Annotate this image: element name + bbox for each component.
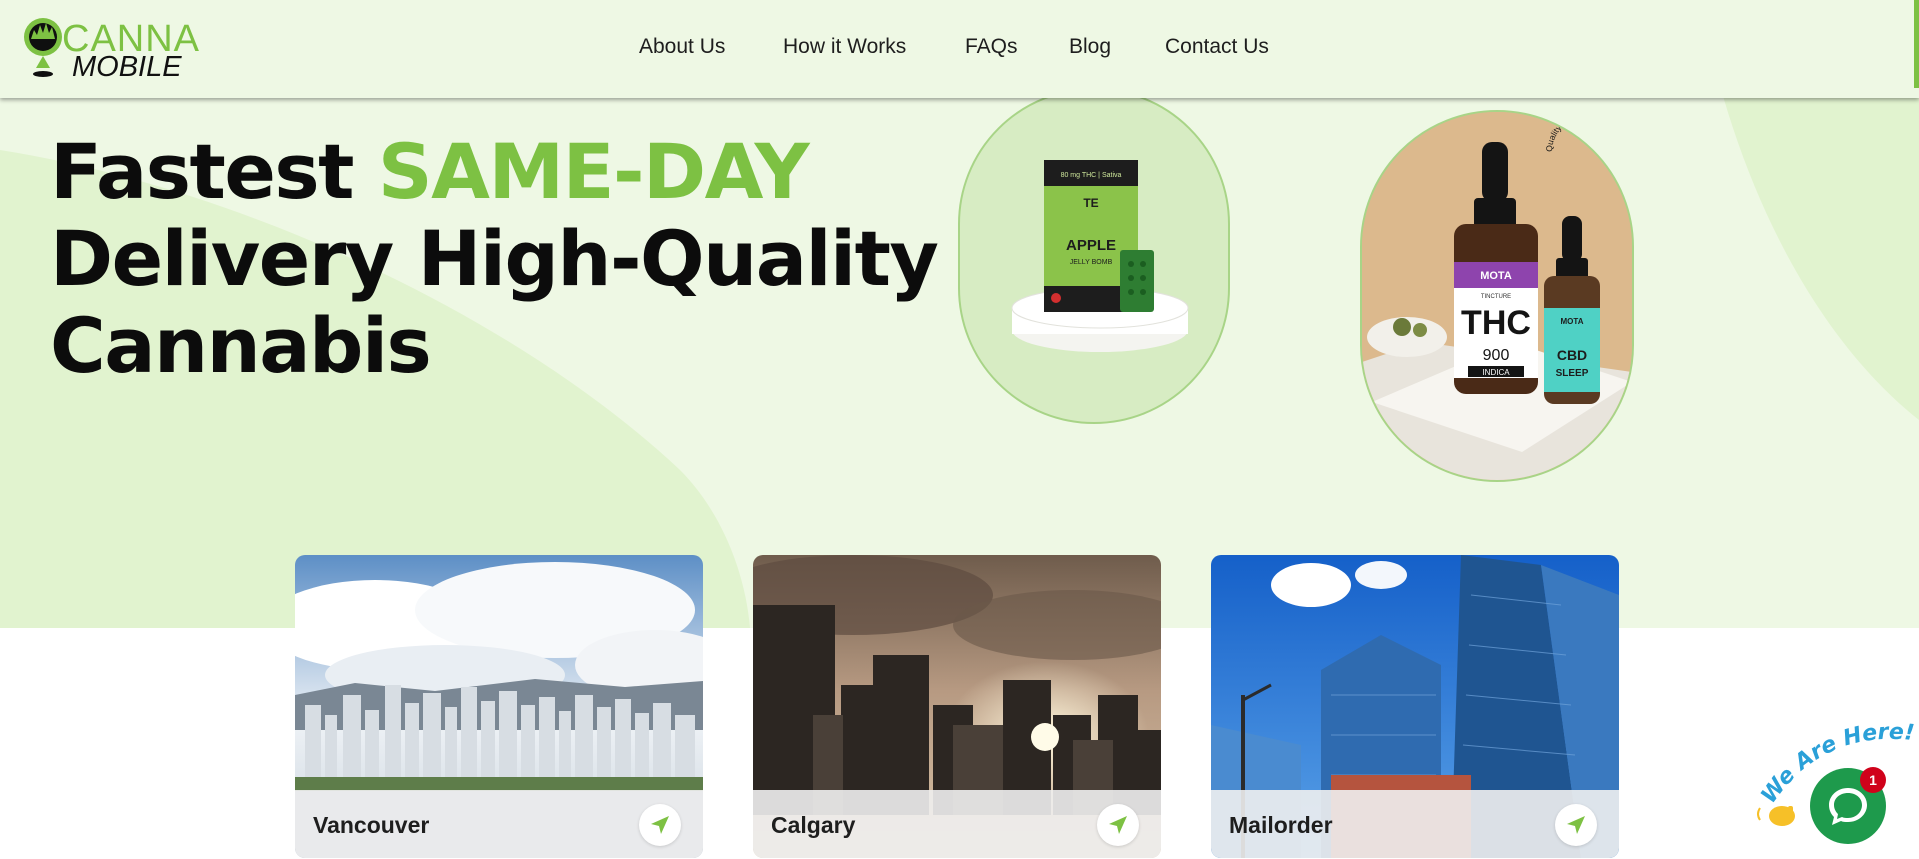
tincture-variant-text: INDICA (1482, 368, 1510, 377)
cbd-sub-text: SLEEP (1556, 368, 1589, 379)
city-name: Calgary (771, 812, 856, 838)
headline-line-3: Cannabis (50, 301, 432, 390)
tincture-amount-text: 900 (1483, 347, 1510, 364)
edible-name-text: APPLE (1066, 237, 1116, 254)
arrow-icon (1567, 816, 1585, 834)
arrow-button[interactable] (1555, 804, 1597, 846)
location-card-mailorder[interactable]: Mailorder (1211, 555, 1619, 858)
chat-notification-badge: 1 (1860, 767, 1886, 793)
nav-link-about-us[interactable]: About Us (639, 35, 725, 59)
headline-line-2: Delivery High-Quality (50, 214, 939, 303)
city-name: Vancouver (313, 812, 430, 838)
hero-headline: Fastest SAME-DAY Delivery High-Quality C… (50, 127, 939, 390)
edible-sub-text: JELLY BOMB (1070, 259, 1113, 266)
edible-brand-text: TE (1083, 196, 1098, 210)
tincture-brand-text: MOTA (1480, 270, 1512, 282)
arrow-button[interactable] (1097, 804, 1139, 846)
cbd-brand-text: MOTA (1561, 317, 1584, 326)
headline-text: Fastest (50, 127, 378, 216)
nav-link-contact-us[interactable]: Contact Us (1165, 35, 1269, 59)
site-header: CANNA MOBILE About Us How it Works FAQs … (0, 0, 1919, 98)
city-name: Mailorder (1229, 812, 1333, 838)
nav-link-faqs[interactable]: FAQs (965, 35, 1018, 59)
arrow-icon (1109, 816, 1127, 834)
product-image-tinctures: MOTA TINCTURE THC 900 INDICA MOTA CBD SL… (1360, 110, 1634, 482)
arrow-icon (651, 816, 669, 834)
tincture-name-text: THC (1461, 304, 1531, 342)
headline-accent: SAME-DAY (377, 127, 810, 216)
arrow-button[interactable] (639, 804, 681, 846)
location-card-calgary[interactable]: Calgary (753, 555, 1161, 858)
location-card-vancouver[interactable]: Vancouver (295, 555, 703, 858)
waving-hand-icon (1757, 806, 1795, 826)
nav-link-blog[interactable]: Blog (1069, 35, 1111, 59)
cbd-name-text: CBD (1557, 347, 1587, 363)
edible-header-text: 80 mg THC | Sativa (1061, 172, 1122, 179)
nav-link-how-it-works[interactable]: How it Works (783, 35, 906, 59)
tincture-type-text: TINCTURE (1481, 294, 1511, 300)
main-nav: About Us How it Works FAQs Blog Contact … (0, 0, 1919, 98)
product-image-edible: 80 mg THC | Sativa TE APPLE JELLY BOMB (958, 88, 1230, 424)
